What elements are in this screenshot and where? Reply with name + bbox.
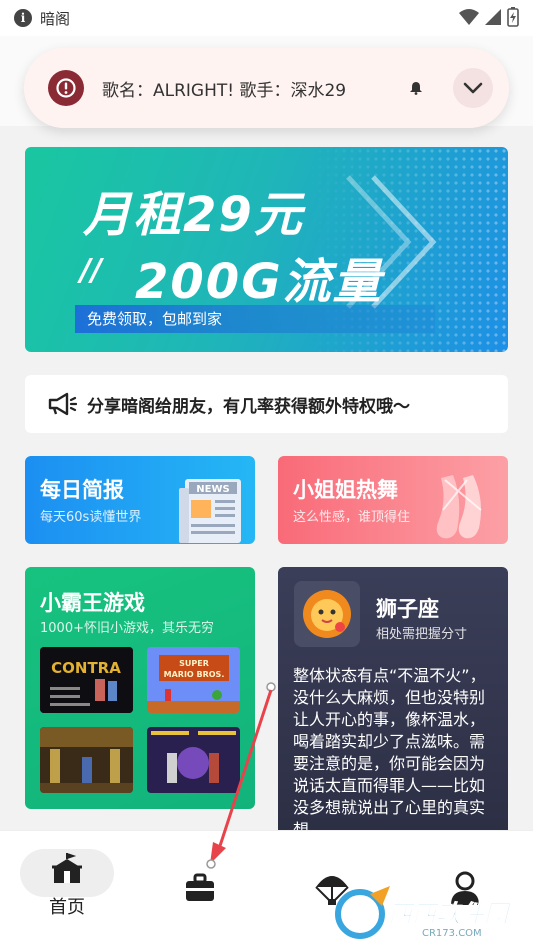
daily-news-card[interactable]: 每日简报 每天60s读懂世界 NEWS bbox=[25, 456, 255, 544]
zodiac-card-title: 狮子座 bbox=[376, 597, 439, 621]
zodiac-card-subtitle: 相处需把握分寸 bbox=[376, 627, 468, 642]
zodiac-card[interactable]: 狮子座 相处需把握分寸 整体状态有点“不温不火”，没什么大麻烦，但也没特别让人开… bbox=[278, 567, 508, 837]
svg-text:SUPER: SUPER bbox=[179, 659, 209, 668]
toolbox-icon bbox=[186, 873, 214, 901]
dance-card[interactable]: 小姐姐热舞 这么性感，谁顶得住 bbox=[278, 456, 508, 544]
zodiac-description: 整体状态有点“不温不火”，没什么大麻烦，但也没特别让人开心的事，像杯温水，喝着踏… bbox=[293, 666, 486, 837]
newspaper-icon: NEWS bbox=[179, 479, 241, 543]
contra-thumb[interactable]: CONTRA bbox=[40, 647, 133, 713]
lion-mascot-icon bbox=[294, 581, 360, 647]
svg-text:MARIO BROS.: MARIO BROS. bbox=[164, 670, 225, 679]
news-card-subtitle: 每天60s读懂世界 bbox=[40, 510, 142, 525]
share-strip[interactable]: 分享暗阁给朋友，有几率获得额外特权哦～ bbox=[25, 375, 508, 433]
banner-slash-decoration: // bbox=[80, 253, 102, 288]
banner-tag: 免费领取，包邮到家 bbox=[75, 305, 435, 333]
games-card-subtitle: 1000+怀旧小游戏，其乐无穷 bbox=[40, 621, 214, 636]
fighter-thumb[interactable] bbox=[40, 727, 133, 793]
banner-title-line2: 200G流量 bbox=[135, 254, 383, 310]
chevron-down-icon bbox=[463, 82, 483, 94]
retro-games-card[interactable]: 小霸王游戏 1000+怀旧小游戏，其乐无穷 CONTRA SUPER MARIO… bbox=[25, 567, 255, 809]
share-text: 分享暗阁给朋友，有几率获得额外特权哦～ bbox=[87, 396, 410, 417]
home-tent-icon bbox=[52, 853, 82, 883]
promo-banner[interactable]: 月租29元 // 200G流量 免费领取，包邮到家 bbox=[25, 147, 508, 352]
status-icons bbox=[459, 7, 519, 27]
alert-icon bbox=[48, 70, 84, 106]
news-badge: NEWS bbox=[196, 484, 229, 495]
watermark-logo: 西西软件园 CR173.COM bbox=[330, 880, 520, 940]
nav-item-home[interactable]: 首页 bbox=[20, 853, 114, 919]
expand-notification-button[interactable] bbox=[453, 68, 493, 108]
kof-thumb[interactable] bbox=[147, 727, 240, 793]
notification-text: 歌名：ALRIGHT! 歌手：深水29 bbox=[102, 80, 347, 101]
games-card-title: 小霸王游戏 bbox=[40, 591, 145, 615]
dance-card-subtitle: 这么性感，谁顶得住 bbox=[293, 510, 411, 525]
news-card-title: 每日简报 bbox=[40, 478, 124, 502]
contra-thumb-label: CONTRA bbox=[51, 659, 121, 677]
status-app-name: 暗阁 bbox=[40, 9, 71, 28]
banner-title-line1: 月租29元 bbox=[83, 187, 304, 243]
nav-item-toolbox[interactable] bbox=[183, 873, 217, 903]
wifi-icon bbox=[459, 9, 479, 25]
info-icon: i bbox=[14, 9, 32, 27]
watermark-text: 西西软件园 bbox=[388, 900, 512, 928]
ballet-shoe-icon bbox=[436, 475, 482, 539]
bell-icon bbox=[410, 82, 422, 95]
nav-item-home-label: 首页 bbox=[49, 897, 85, 918]
dance-card-title: 小姐姐热舞 bbox=[293, 478, 398, 502]
megaphone-icon bbox=[48, 392, 77, 416]
mario-thumb[interactable]: SUPER MARIO BROS. bbox=[147, 647, 240, 713]
status-bar: i 暗阁 bbox=[0, 0, 533, 36]
music-notification[interactable]: 歌名：ALRIGHT! 歌手：深水29 bbox=[24, 48, 509, 128]
signal-icon bbox=[485, 9, 501, 25]
battery-charging-icon bbox=[507, 7, 519, 27]
watermark-sub: CR173.COM bbox=[422, 928, 482, 939]
